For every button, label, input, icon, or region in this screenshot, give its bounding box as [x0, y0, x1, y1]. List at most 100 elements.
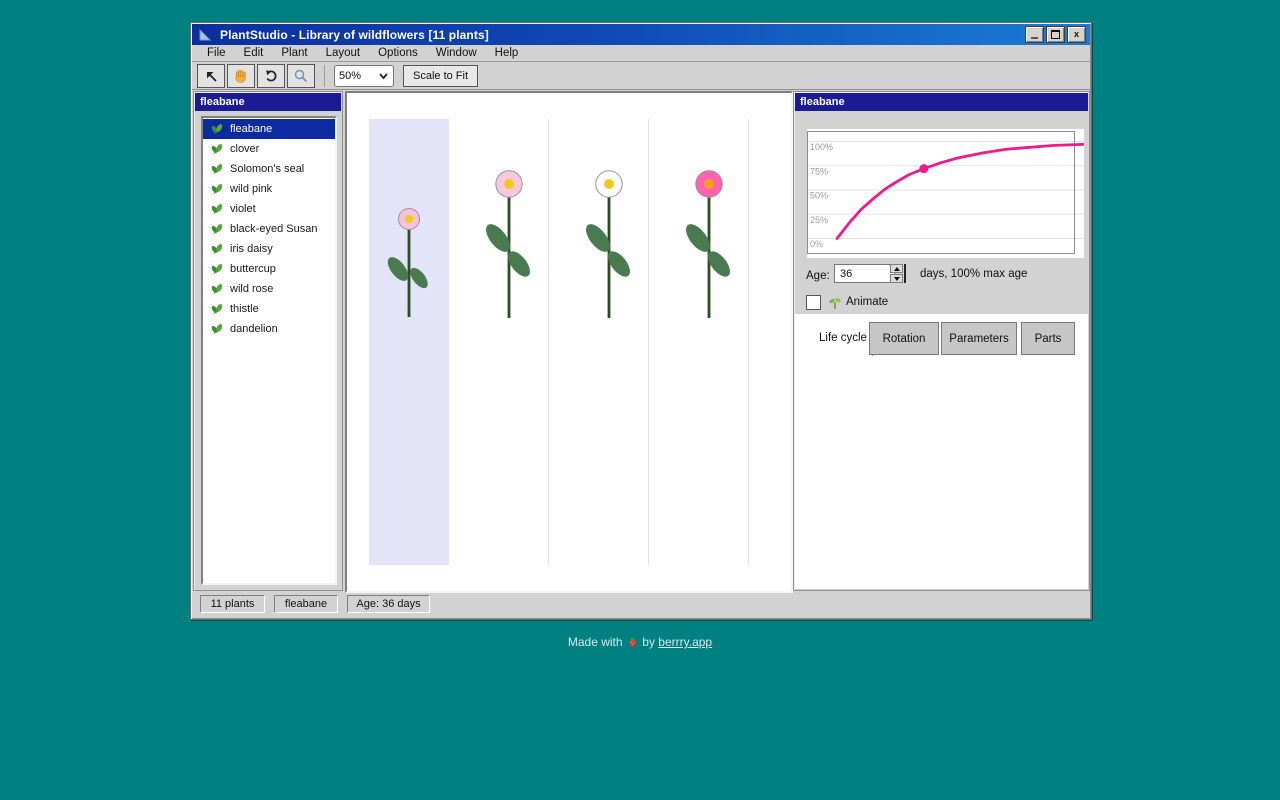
- tab-life-cycle[interactable]: Life cycle: [812, 322, 873, 356]
- list-item-label: black-eyed Susan: [230, 223, 317, 235]
- herb-icon: [210, 162, 224, 176]
- zoom-select[interactable]: 50%: [334, 65, 394, 87]
- plant-list: fleabane clover Solomon's seal wild pink vio…: [201, 116, 337, 585]
- tab-parameters[interactable]: Parameters: [941, 322, 1017, 355]
- herb-icon: [210, 202, 224, 216]
- list-item-fleabane[interactable]: fleabane: [203, 119, 335, 139]
- svg-text:25%: 25%: [810, 215, 828, 225]
- animate-row: Animate: [806, 294, 888, 310]
- magnifier-tool-button[interactable]: [287, 64, 315, 88]
- tab-strip: Life cycleRotationParametersParts: [794, 322, 1089, 356]
- menu-item-window[interactable]: Window: [427, 46, 486, 60]
- hand-tool-button[interactable]: [227, 64, 255, 88]
- age-marker-handle[interactable]: [919, 164, 928, 173]
- strawberry-icon: [626, 635, 639, 648]
- plant-drawing-1[interactable]: [384, 209, 431, 318]
- list-item-buttercup[interactable]: buttercup: [203, 259, 335, 279]
- life-cycle-chart: 100%75%50%25%0%: [807, 129, 1084, 258]
- svg-text:100%: 100%: [810, 142, 833, 152]
- age-spinner: [890, 264, 906, 283]
- status-box-1: 11 plants: [200, 595, 265, 613]
- magnifier-tool-icon: [293, 68, 309, 84]
- rotate-tool-button[interactable]: [257, 64, 285, 88]
- status-box-2: fleabane: [274, 595, 338, 613]
- plant-panel-title: fleabane: [795, 93, 1088, 111]
- herb-icon: [210, 142, 224, 156]
- list-item-wild-rose[interactable]: wild rose: [203, 279, 335, 299]
- list-item-label: thistle: [230, 303, 259, 315]
- list-item-thistle[interactable]: thistle: [203, 299, 335, 319]
- zoom-value: 50%: [339, 70, 361, 82]
- toolbar: 50% Scale to Fit: [192, 62, 1090, 90]
- herb-icon: [210, 122, 224, 136]
- list-item-label: violet: [230, 203, 256, 215]
- title-bar[interactable]: PlantStudio - Library of wildflowers [11…: [192, 24, 1090, 45]
- list-item-solomon-s-seal[interactable]: Solomon's seal: [203, 159, 335, 179]
- menu-item-file[interactable]: File: [198, 46, 235, 60]
- window-controls: x: [1025, 26, 1086, 43]
- plant-drawing-2[interactable]: [482, 171, 535, 318]
- plant-panel: fleabane 100%75%50%25%0% Age: days, 100%…: [793, 91, 1090, 591]
- pointer-tool-icon: [203, 68, 219, 84]
- footer-text-mid: by: [642, 635, 655, 649]
- status-bar: 11 plants fleabane Age: 36 days: [192, 590, 1090, 618]
- app-logo-icon: [198, 28, 214, 42]
- menu-item-plant[interactable]: Plant: [272, 46, 316, 60]
- rotate-tool-icon: [263, 68, 279, 84]
- scale-to-fit-button[interactable]: Scale to Fit: [403, 65, 478, 87]
- toolbar-separator: [324, 65, 325, 87]
- herb-icon: [210, 262, 224, 276]
- svg-text:50%: 50%: [810, 191, 828, 201]
- footer-text-prefix: Made with: [568, 635, 623, 649]
- age-row: Age:: [806, 266, 830, 286]
- herb-icon: [210, 322, 224, 336]
- age-suffix-label: days, 100% max age: [920, 268, 1027, 280]
- list-item-wild-pink[interactable]: wild pink: [203, 179, 335, 199]
- animate-checkbox[interactable]: [806, 295, 821, 310]
- age-spinner-down-button[interactable]: [890, 274, 903, 283]
- menu-item-help[interactable]: Help: [486, 46, 528, 60]
- plant-drawing-4[interactable]: [682, 171, 735, 318]
- footer: Made with by berrry.app: [0, 635, 1280, 649]
- menu-item-options[interactable]: Options: [369, 46, 427, 60]
- tab-rotation[interactable]: Rotation: [869, 322, 939, 355]
- age-spinner-up-button[interactable]: [890, 264, 903, 273]
- menu-item-edit[interactable]: Edit: [235, 46, 273, 60]
- library-panel-title: fleabane: [195, 93, 341, 111]
- herb-icon: [210, 282, 224, 296]
- plant-drawing-3[interactable]: [582, 171, 635, 318]
- list-item-label: fleabane: [230, 123, 272, 135]
- status-box-3: Age: 36 days: [347, 595, 430, 613]
- maximize-button[interactable]: [1046, 26, 1065, 43]
- footer-link[interactable]: berrry.app: [658, 635, 712, 649]
- list-item-label: Solomon's seal: [230, 163, 304, 175]
- list-item-label: dandelion: [230, 323, 278, 335]
- window-title: PlantStudio - Library of wildflowers [11…: [220, 28, 489, 42]
- minimize-button[interactable]: [1025, 26, 1044, 43]
- list-item-violet[interactable]: violet: [203, 199, 335, 219]
- hand-tool-icon: [233, 68, 249, 84]
- svg-text:0%: 0%: [810, 239, 823, 249]
- app-window: PlantStudio - Library of wildflowers [11…: [190, 22, 1092, 620]
- tab-parts[interactable]: Parts: [1021, 322, 1075, 355]
- list-item-label: wild pink: [230, 183, 272, 195]
- chevron-down-icon: [378, 71, 389, 81]
- animate-label: Animate: [846, 296, 888, 308]
- close-button[interactable]: x: [1067, 26, 1086, 43]
- herb-icon: [210, 182, 224, 196]
- plant-canvas[interactable]: [345, 91, 793, 593]
- plant-drawings[interactable]: [347, 93, 787, 587]
- list-item-black-eyed-susan[interactable]: black-eyed Susan: [203, 219, 335, 239]
- age-input[interactable]: [834, 264, 895, 283]
- list-item-iris-daisy[interactable]: iris daisy: [203, 239, 335, 259]
- list-item-label: iris daisy: [230, 243, 273, 255]
- pointer-tool-button[interactable]: [197, 64, 225, 88]
- age-label: Age:: [806, 270, 830, 282]
- herb-icon: [210, 302, 224, 316]
- menu-item-layout[interactable]: Layout: [317, 46, 370, 60]
- list-item-dandelion[interactable]: dandelion: [203, 319, 335, 339]
- herb-icon: [210, 222, 224, 236]
- seedling-icon: [828, 296, 841, 309]
- herb-icon: [210, 242, 224, 256]
- list-item-clover[interactable]: clover: [203, 139, 335, 159]
